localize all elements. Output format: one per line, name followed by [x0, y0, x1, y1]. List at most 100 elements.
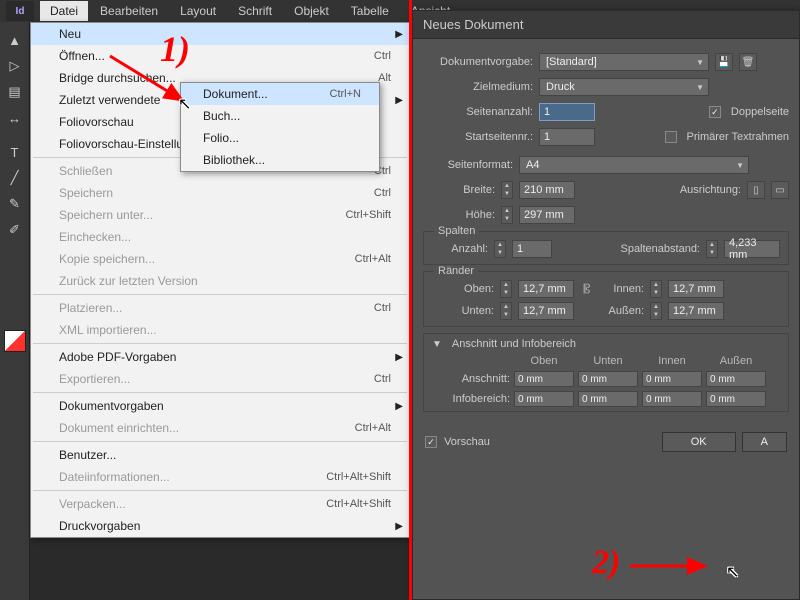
columns-count-spinner[interactable]: ▲▼: [494, 240, 506, 258]
columns-gutter-spinner[interactable]: ▲▼: [706, 240, 718, 258]
pageformat-label: Seitenformat:: [423, 159, 513, 171]
app-icon: Id: [6, 1, 34, 21]
slug-outer-input[interactable]: 0 mm: [706, 391, 766, 407]
submenu-item[interactable]: Bibliothek...: [181, 149, 379, 171]
menu-item: Speichern unter...Ctrl+Shift: [31, 204, 409, 226]
preset-select[interactable]: [Standard]▼: [539, 53, 709, 71]
bleed-bottom-input[interactable]: 0 mm: [578, 371, 638, 387]
submenu-item[interactable]: Buch...: [181, 105, 379, 127]
menu-schrift[interactable]: Schrift: [228, 1, 282, 21]
annotation-1: 1): [160, 28, 190, 70]
menu-tabelle[interactable]: Tabelle: [341, 1, 399, 21]
columns-count-input[interactable]: 1: [512, 240, 552, 258]
menu-objekt[interactable]: Objekt: [284, 1, 339, 21]
startpage-input[interactable]: 1: [539, 128, 595, 146]
margin-outer-spinner[interactable]: ▲▼: [650, 302, 662, 320]
margin-outer-input[interactable]: 12,7 mm: [668, 302, 724, 320]
width-spinner[interactable]: ▲▼: [501, 181, 513, 199]
pen-tool-icon[interactable]: ✎: [3, 192, 27, 216]
bleed-outer-input[interactable]: 0 mm: [706, 371, 766, 387]
menu-item: Dateiinformationen...Ctrl+Alt+Shift: [31, 466, 409, 488]
type-tool-icon[interactable]: T: [3, 140, 27, 164]
columns-gutter-input[interactable]: 4,233 mm: [724, 240, 780, 258]
menu-item[interactable]: Öffnen...Ctrl: [31, 45, 409, 67]
annotation-divider: [409, 0, 412, 600]
link-margins-icon[interactable]: 𝄡: [580, 282, 594, 297]
menu-item[interactable]: Adobe PDF-Vorgaben▶: [31, 346, 409, 368]
line-tool-icon[interactable]: ╱: [3, 166, 27, 190]
menu-item: Platzieren...Ctrl: [31, 297, 409, 319]
bleed-top-input[interactable]: 0 mm: [514, 371, 574, 387]
margin-bottom-label: Unten:: [432, 305, 494, 317]
columns-gutter-label: Spaltenabstand:: [620, 243, 700, 255]
menu-item: Dokument einrichten...Ctrl+Alt: [31, 417, 409, 439]
selection-tool-icon[interactable]: ▲: [3, 28, 27, 52]
margin-inner-input[interactable]: 12,7 mm: [668, 280, 724, 298]
intent-label: Zielmedium:: [423, 81, 533, 93]
margin-outer-label: Außen:: [600, 305, 644, 317]
slug-bottom-input[interactable]: 0 mm: [578, 391, 638, 407]
menu-item[interactable]: Druckvorgaben▶: [31, 515, 409, 537]
margin-inner-spinner[interactable]: ▲▼: [650, 280, 662, 298]
height-label: Höhe:: [423, 209, 495, 221]
bleed-hdr-bottom: Unten: [578, 355, 638, 367]
bleed-label: Anschnitt:: [432, 373, 510, 385]
menu-bearbeiten[interactable]: Bearbeiten: [90, 1, 168, 21]
preview-label: Vorschau: [444, 436, 490, 448]
direct-select-tool-icon[interactable]: ▷: [3, 54, 27, 78]
slug-label: Infobereich:: [432, 393, 510, 405]
submenu-item[interactable]: Dokument...Ctrl+N: [181, 83, 379, 105]
columns-group: Spalten Anzahl: ▲▼ 1 Spaltenabstand: ▲▼ …: [423, 231, 789, 265]
margins-group: Ränder Oben: ▲▼ 12,7 mm 𝄡 Innen: ▲▼ 12,7…: [423, 271, 789, 327]
margin-top-input[interactable]: 12,7 mm: [518, 280, 574, 298]
landscape-icon[interactable]: ▭: [771, 181, 789, 199]
delete-preset-icon[interactable]: 🗑: [739, 53, 757, 71]
ok-button[interactable]: OK: [662, 432, 736, 452]
menu-item[interactable]: Dokumentvorgaben▶: [31, 395, 409, 417]
startpage-label: Startseitennr.:: [423, 131, 533, 143]
margin-top-spinner[interactable]: ▲▼: [500, 280, 512, 298]
save-preset-icon[interactable]: 💾: [715, 53, 733, 71]
primary-label: Primärer Textrahmen: [687, 131, 790, 143]
submenu-item[interactable]: Folio...: [181, 127, 379, 149]
slug-top-input[interactable]: 0 mm: [514, 391, 574, 407]
gap-tool-icon[interactable]: ↔: [3, 106, 27, 130]
portrait-icon[interactable]: ▯: [747, 181, 765, 199]
preview-checkbox[interactable]: ✓: [425, 436, 437, 448]
pencil-tool-icon[interactable]: ✐: [3, 218, 27, 242]
menu-item[interactable]: Benutzer...: [31, 444, 409, 466]
pages-input[interactable]: 1: [539, 103, 595, 121]
menu-item[interactable]: Neu▶: [31, 23, 409, 45]
height-input[interactable]: 297 mm: [519, 206, 575, 224]
menu-datei[interactable]: Datei: [40, 1, 88, 21]
cancel-button[interactable]: A: [742, 432, 787, 452]
height-spinner[interactable]: ▲▼: [501, 206, 513, 224]
preset-label: Dokumentvorgabe:: [423, 56, 533, 68]
cursor-icon: ↖: [726, 562, 739, 582]
menu-item: Verpacken...Ctrl+Alt+Shift: [31, 493, 409, 515]
facing-label: Doppelseite: [731, 106, 789, 118]
width-input[interactable]: 210 mm: [519, 181, 575, 199]
primary-checkbox[interactable]: [665, 131, 677, 143]
page-tool-icon[interactable]: ▤: [3, 80, 27, 104]
margin-bottom-input[interactable]: 12,7 mm: [518, 302, 574, 320]
bleed-inner-input[interactable]: 0 mm: [642, 371, 702, 387]
collapse-icon[interactable]: ▼: [432, 339, 442, 350]
dialog-title: Neues Dokument: [413, 11, 799, 39]
bleed-hdr-inner: Innen: [642, 355, 702, 367]
fill-stroke-swatch[interactable]: [4, 330, 26, 352]
menu-item: Kopie speichern...Ctrl+Alt: [31, 248, 409, 270]
bleed-group: ▼ Anschnitt und Infobereich Oben Unten I…: [423, 333, 789, 412]
new-document-dialog: Neues Dokument Dokumentvorgabe: [Standar…: [412, 10, 800, 600]
margin-bottom-spinner[interactable]: ▲▼: [500, 302, 512, 320]
menu-layout[interactable]: Layout: [170, 1, 226, 21]
orientation-label: Ausrichtung:: [680, 184, 741, 196]
annotation-arrow-2: [625, 556, 725, 576]
menu-item: Exportieren...Ctrl: [31, 368, 409, 390]
slug-inner-input[interactable]: 0 mm: [642, 391, 702, 407]
pageformat-select[interactable]: A4▼: [519, 156, 749, 174]
menu-item: XML importieren...: [31, 319, 409, 341]
facing-checkbox[interactable]: ✓: [709, 106, 721, 118]
intent-select[interactable]: Druck▼: [539, 78, 709, 96]
menu-item: Einchecken...: [31, 226, 409, 248]
